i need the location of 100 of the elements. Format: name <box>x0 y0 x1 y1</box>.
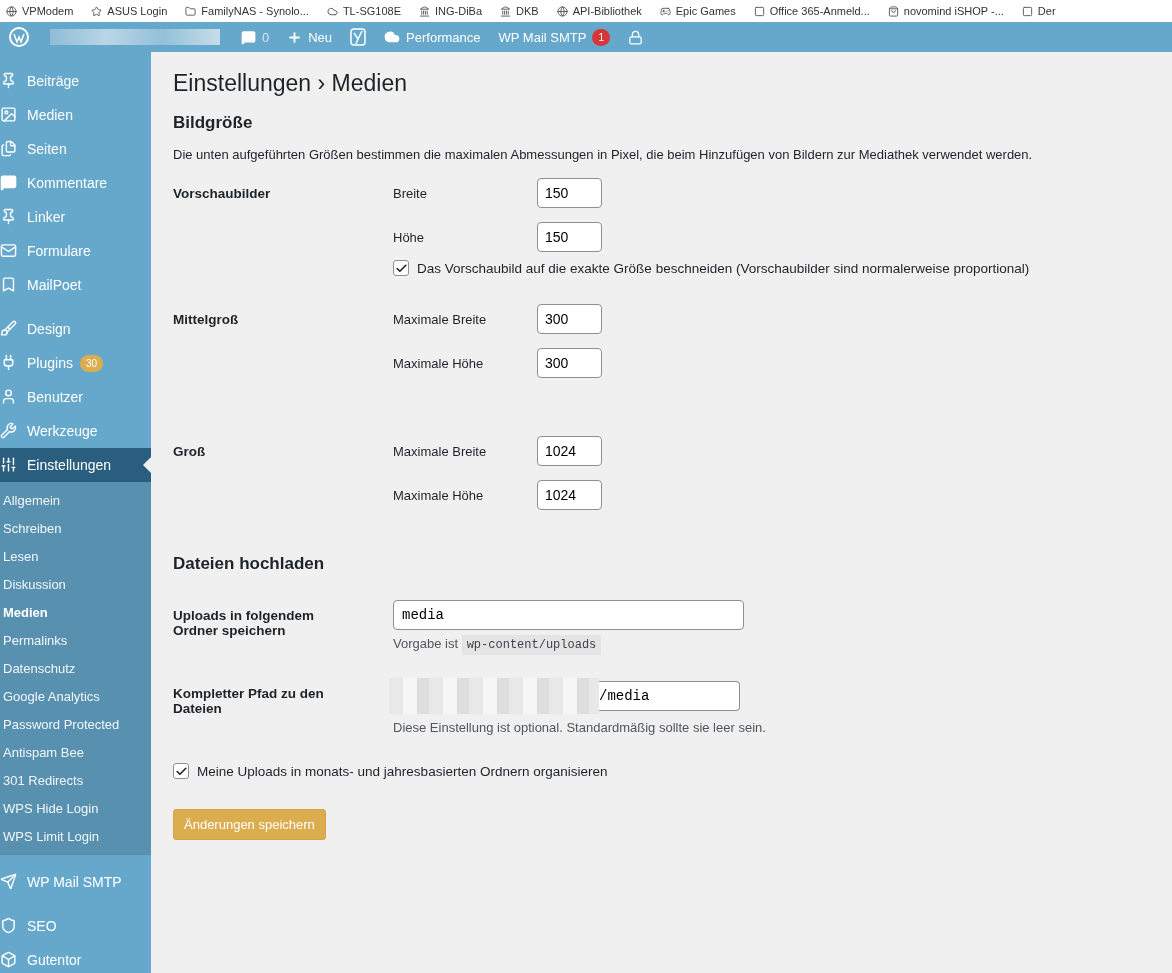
number-field[interactable]: 1024 <box>537 480 602 510</box>
hint-text: Diese Einstellung ist optional. Standardmäßig sollte sie leer sein. <box>393 720 767 735</box>
bookmark-icon <box>753 5 765 17</box>
checkbox-label[interactable]: Das Vorschaubild auf die exakte Größe beschneiden (Vorschaubilder sind normalerweise proportional) <box>393 260 1150 276</box>
menu-label: Linker <box>27 209 66 225</box>
bookmark-icon <box>91 5 103 17</box>
pin-icon <box>0 208 17 225</box>
setting-label: Kompletter Pfad zu den Dateien <box>173 685 325 718</box>
menu-label: MailPoet <box>27 277 82 293</box>
submenu-item[interactable]: Schreiben <box>0 515 151 543</box>
menu-item[interactable]: WP Mail SMTP <box>0 865 151 899</box>
checkbox[interactable] <box>393 260 409 276</box>
bookmark-link[interactable]: ING-DiBa <box>435 5 483 17</box>
bookmark-icon <box>556 5 568 17</box>
submenu-item[interactable]: Diskussion <box>0 571 151 599</box>
menu-item[interactable]: Formulare <box>0 234 151 268</box>
menu-label: Gutentor <box>27 952 82 968</box>
menu-item[interactable]: SEO <box>0 909 151 943</box>
checkbox-label[interactable]: Meine Uploads in monats- und jahresbasierten Ordnern organisieren <box>173 763 1150 779</box>
save-button[interactable]: Änderungen speichern <box>173 809 326 840</box>
submenu-item[interactable]: Permalinks <box>0 627 151 655</box>
submenu-item[interactable]: Password Protected <box>0 711 151 739</box>
wrench-icon <box>0 422 17 439</box>
menu-item[interactable]: MailPoet <box>0 268 151 302</box>
smtp-link[interactable]: WP Mail SMTP 1 <box>489 28 619 46</box>
page-title: Einstellungen › Medien <box>173 70 408 97</box>
bookmark-icon <box>6 5 17 17</box>
menu-label: Einstellungen <box>27 457 112 473</box>
bookmark-link[interactable]: Der <box>1037 5 1056 17</box>
brush-icon <box>0 320 17 337</box>
number-field[interactable]: 300 <box>537 304 602 334</box>
bookmark-link[interactable]: Epic Games <box>675 5 736 17</box>
path-field[interactable]: /media <box>599 681 740 711</box>
menu-label: WP Mail SMTP <box>27 874 122 890</box>
field-label: Breite <box>393 185 428 201</box>
checkbox[interactable] <box>173 763 189 779</box>
bookmark-icon <box>500 5 512 17</box>
new-link[interactable]: Neu <box>278 29 342 45</box>
submenu-item[interactable]: Datenschutz <box>0 655 151 683</box>
menu-item[interactable]: Design <box>0 312 151 346</box>
menu-label: Formulare <box>27 243 91 259</box>
update-count-badge: 30 <box>79 354 104 372</box>
number-field[interactable]: 150 <box>537 178 602 208</box>
plus-icon <box>287 29 303 45</box>
menu-item[interactable]: Einstellungen <box>0 448 151 482</box>
menu-label: Plugins <box>27 355 73 371</box>
submenu-item[interactable]: 301 Redirects <box>0 767 151 795</box>
bookmark-link[interactable]: API-Bibliothek <box>572 5 642 17</box>
media-icon <box>0 106 17 123</box>
field-label: Maximale Breite <box>393 311 488 327</box>
number-field[interactable]: 150 <box>537 222 602 252</box>
menu-item[interactable]: Medien <box>0 98 151 132</box>
menu-label: Werkzeuge <box>27 423 98 439</box>
box-icon <box>0 951 17 968</box>
number-field[interactable]: 300 <box>537 348 602 378</box>
comment-count: 0 <box>262 29 270 45</box>
bookmark-link[interactable]: novomind iSHOP -... <box>903 5 1004 17</box>
bookmark-link[interactable]: FamilyNAS - Synolo... <box>201 5 309 17</box>
submenu-item[interactable]: Antispam Bee <box>0 739 151 767</box>
field-label: Maximale Breite <box>393 443 488 459</box>
speech-bubble-icon <box>0 174 17 191</box>
submenu-item[interactable]: WPS Limit Login <box>0 823 151 851</box>
menu-label: Medien <box>27 107 73 123</box>
bookmark-link[interactable]: DKB <box>516 5 539 17</box>
user-icon <box>0 388 17 405</box>
menu-item[interactable]: Plugins 30 <box>0 346 151 380</box>
performance-link[interactable]: Performance <box>375 29 490 45</box>
menu-item[interactable]: Beiträge <box>0 64 151 98</box>
bookmark-icon <box>185 5 197 17</box>
menu-item[interactable]: Kommentare <box>0 166 151 200</box>
number-field[interactable]: 1024 <box>537 436 602 466</box>
current-pointer <box>143 457 151 473</box>
field-label: Maximale Höhe <box>393 487 485 503</box>
field-label: Höhe <box>393 229 426 245</box>
pages-icon <box>0 140 17 157</box>
default-path: wp-content/uploads <box>461 635 602 655</box>
shield-icon <box>0 917 17 934</box>
setting-label: Vorschaubilder <box>173 185 272 203</box>
comments-link[interactable]: 0 <box>232 29 279 45</box>
bookmark-link[interactable]: VPModem <box>22 5 74 17</box>
cloud-icon <box>384 29 401 45</box>
menu-item[interactable]: Seiten <box>0 132 151 166</box>
menu-item[interactable]: Werkzeuge <box>0 414 151 448</box>
folder-field[interactable]: media <box>393 600 744 630</box>
setting-label: Uploads in folgendem Ordner speichern <box>173 607 315 640</box>
submenu-item[interactable]: Medien <box>0 599 151 627</box>
submenu-item[interactable]: WPS Hide Login <box>0 795 151 823</box>
bookmark-link[interactable]: TL-SG108E <box>342 5 401 17</box>
submenu-item[interactable]: Allgemein <box>0 487 151 515</box>
envelope-icon <box>0 242 17 259</box>
menu-label: Benutzer <box>27 389 84 405</box>
menu-item[interactable]: Benutzer <box>0 380 151 414</box>
setting-label: Mittelgroß <box>173 311 240 329</box>
submenu-item[interactable]: Google Analytics <box>0 683 151 711</box>
bookmark-link[interactable]: Office 365-Anmeld... <box>769 5 870 17</box>
speech-bubble-icon <box>241 29 256 45</box>
submenu-item[interactable]: Lesen <box>0 543 151 571</box>
menu-item[interactable]: Gutentor <box>0 943 151 973</box>
bookmark-link[interactable]: ASUS Login <box>107 5 168 17</box>
menu-item[interactable]: Linker <box>0 200 151 234</box>
